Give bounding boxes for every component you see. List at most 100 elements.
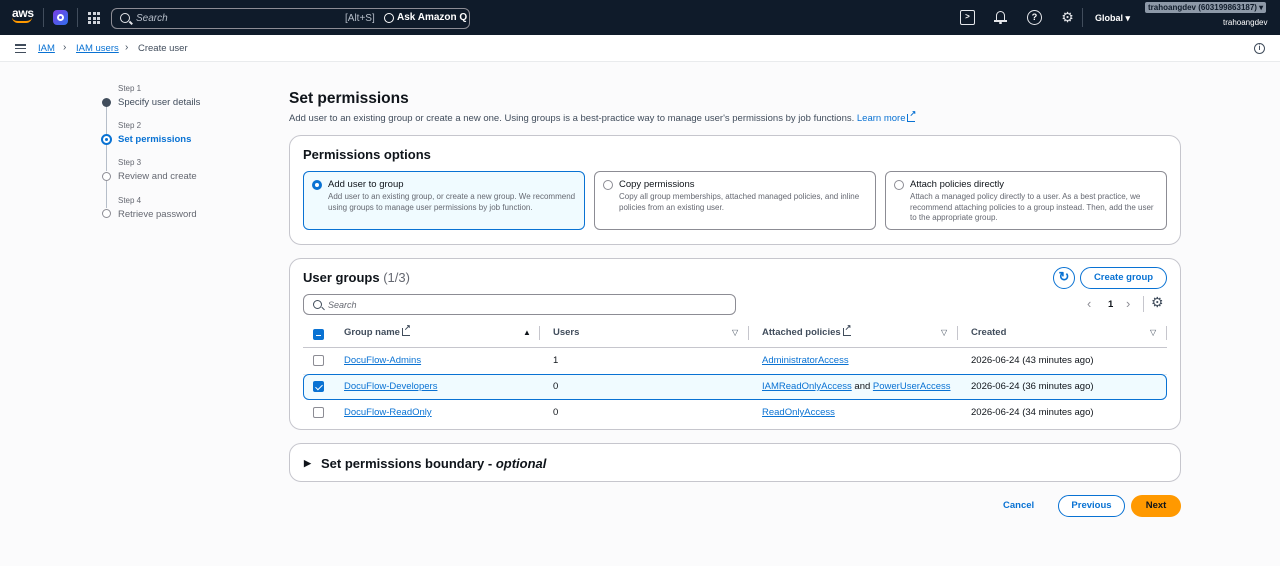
option-copy-permissions[interactable]: Copy permissions Copy all group membersh…	[594, 171, 876, 230]
breadcrumb-iam-users[interactable]: IAM users	[76, 43, 119, 54]
sort-ascending-icon[interactable]: ▲	[523, 328, 531, 337]
table-row[interactable]: DocuFlow-ReadOnly 0 ReadOnlyAccess 2026-…	[303, 400, 1167, 426]
radio-copy-permissions[interactable]	[603, 180, 613, 190]
external-link-icon	[401, 323, 411, 336]
policy-link[interactable]: AdministratorAccess	[762, 355, 849, 366]
services-grid-icon[interactable]	[88, 12, 100, 24]
group-policies: IAMReadOnlyAccess and PowerUserAccess	[762, 381, 951, 392]
option-title: Copy permissions	[619, 179, 695, 190]
help-icon[interactable]: ?	[1027, 10, 1042, 25]
cancel-button[interactable]: Cancel	[1003, 500, 1034, 511]
policy-link[interactable]: IAMReadOnlyAccess	[762, 381, 852, 392]
column-header-created[interactable]: Created	[971, 327, 1006, 338]
option-description: Add user to an existing group, or create…	[328, 192, 576, 212]
amazon-q-small-icon	[384, 12, 394, 23]
pagination-next-icon[interactable]: ›	[1126, 296, 1130, 311]
breadcrumb-iam[interactable]: IAM	[38, 43, 55, 54]
table-row-selected[interactable]: DocuFlow-Developers 0 IAMReadOnlyAccess …	[303, 374, 1167, 400]
table-settings-icon[interactable]: ⚙	[1151, 294, 1164, 311]
boundary-title-text: Set permissions boundary -	[321, 456, 496, 471]
radio-attach-policies-directly[interactable]	[894, 180, 904, 190]
group-name-link[interactable]: DocuFlow-Developers	[344, 381, 437, 392]
sort-icon[interactable]: ▽	[732, 328, 738, 337]
table-row[interactable]: DocuFlow-Admins 1 AdministratorAccess 20…	[303, 348, 1167, 374]
step-3-number: Step 3	[118, 158, 142, 167]
ask-amazon-q-button[interactable]: Ask Amazon Q	[384, 12, 467, 23]
column-header-users[interactable]: Users	[553, 327, 579, 338]
option-description: Attach a managed policy directly to a us…	[910, 192, 1154, 222]
select-all-checkbox[interactable]	[313, 329, 324, 340]
bell-icon[interactable]	[993, 10, 1008, 25]
sort-icon[interactable]: ▽	[1150, 328, 1156, 337]
group-users-count: 1	[553, 355, 559, 366]
aws-logo[interactable]: aws	[12, 7, 34, 27]
permissions-boundary-toggle[interactable]: ▶ Set permissions boundary - optional	[304, 456, 546, 471]
pagination-page-number[interactable]: 1	[1108, 299, 1113, 310]
region-selector[interactable]: Global ▾	[1095, 13, 1130, 24]
step-1-indicator	[102, 98, 111, 107]
chevron-right-icon: ›	[63, 42, 67, 53]
row-checkbox[interactable]	[313, 407, 324, 418]
step-1-number: Step 1	[118, 84, 142, 93]
radio-add-user-to-group[interactable]	[312, 180, 322, 190]
policy-link[interactable]: PowerUserAccess	[873, 381, 951, 392]
divider	[1143, 296, 1144, 312]
page-description-text: Add user to an existing group or create …	[289, 113, 855, 124]
create-group-button[interactable]: Create group	[1080, 267, 1167, 289]
group-created: 2026-06-24 (36 minutes ago)	[971, 381, 1094, 392]
divider	[77, 8, 78, 27]
refresh-button[interactable]: ↻	[1053, 267, 1075, 289]
account-menu[interactable]: trahoangdev (603199863187) ▾	[1145, 2, 1267, 13]
column-divider[interactable]	[539, 326, 540, 340]
search-placeholder: Search	[136, 13, 168, 24]
column-header-attached-policies[interactable]: Attached policies	[762, 323, 851, 338]
group-name-link[interactable]: DocuFlow-ReadOnly	[344, 407, 432, 418]
search-icon	[313, 300, 322, 309]
column-header-group-name[interactable]: Group name	[344, 323, 411, 338]
menu-icon[interactable]	[15, 44, 26, 53]
column-divider[interactable]	[957, 326, 958, 340]
info-icon[interactable]: i	[1254, 43, 1265, 54]
step-2-title: Set permissions	[118, 134, 192, 145]
policy-link[interactable]: ReadOnlyAccess	[762, 407, 835, 418]
policy-joiner: and	[854, 381, 871, 392]
row-checkbox-checked[interactable]	[313, 381, 324, 392]
amazon-q-icon[interactable]	[53, 10, 68, 25]
group-name-link[interactable]: DocuFlow-Admins	[344, 355, 421, 366]
permissions-options-card: Permissions options Add user to group Ad…	[289, 135, 1181, 245]
global-search-input[interactable]: Search [Alt+S] Ask Amazon Q	[111, 8, 470, 29]
group-created: 2026-06-24 (43 minutes ago)	[971, 355, 1094, 366]
chevron-right-icon: ›	[125, 42, 129, 53]
gear-icon[interactable]: ⚙	[1060, 10, 1075, 25]
group-users-count: 0	[553, 407, 559, 418]
group-created: 2026-06-24 (34 minutes ago)	[971, 407, 1094, 418]
permissions-boundary-card[interactable]: ▶ Set permissions boundary - optional	[289, 443, 1181, 482]
column-divider[interactable]	[1166, 326, 1167, 340]
group-users-count: 0	[553, 381, 559, 392]
learn-more-link[interactable]: Learn more	[857, 109, 916, 124]
step-1-title[interactable]: Specify user details	[118, 97, 200, 108]
step-3-indicator	[102, 172, 111, 181]
breadcrumb-bar: IAM › IAM users › Create user i	[0, 35, 1280, 62]
permissions-options-title: Permissions options	[303, 147, 431, 162]
search-shortcut: [Alt+S]	[345, 13, 375, 24]
column-divider[interactable]	[748, 326, 749, 340]
boundary-optional: optional	[495, 456, 547, 471]
ask-amazon-q-label: Ask Amazon Q	[397, 12, 468, 23]
row-checkbox[interactable]	[313, 355, 324, 366]
next-button[interactable]: Next	[1131, 495, 1181, 517]
page-title: Set permissions	[289, 90, 409, 107]
pagination-prev-icon[interactable]: ‹	[1087, 296, 1091, 311]
previous-button[interactable]: Previous	[1058, 495, 1125, 517]
option-attach-policies-directly[interactable]: Attach policies directly Attach a manage…	[885, 171, 1167, 230]
option-add-user-to-group[interactable]: Add user to group Add user to an existin…	[303, 171, 585, 230]
step-2-indicator	[101, 134, 112, 145]
group-search-input[interactable]	[328, 298, 728, 312]
external-link-icon	[907, 109, 916, 122]
option-title: Add user to group	[328, 179, 404, 190]
step-2-number: Step 2	[118, 121, 142, 130]
step-connector	[106, 181, 107, 208]
cloudshell-icon[interactable]: >	[960, 10, 975, 25]
group-search-field[interactable]	[303, 294, 736, 315]
sort-icon[interactable]: ▽	[941, 328, 947, 337]
